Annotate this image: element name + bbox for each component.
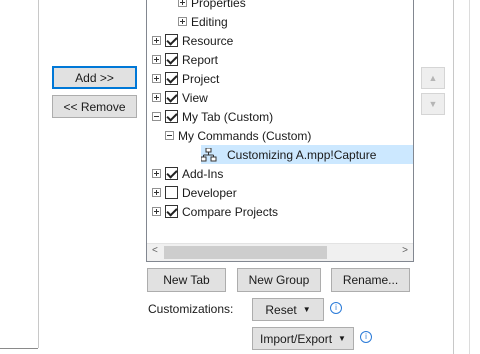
chevron-down-icon: ▼ <box>302 305 311 314</box>
ribbon-tree[interactable]: Properties Editing Resource Report Project Vi… <box>146 0 414 262</box>
expand-icon[interactable] <box>152 74 161 83</box>
tab-checkbox[interactable] <box>165 34 178 47</box>
new-tab-button[interactable]: New Tab <box>147 268 226 292</box>
tree-item-label: Compare Projects <box>182 204 279 219</box>
tab-checkbox[interactable] <box>165 110 178 123</box>
tree-item[interactable]: Add-Ins <box>152 164 223 183</box>
reset-label: Reset <box>265 302 297 317</box>
move-up-button[interactable]: ▲ <box>421 67 445 89</box>
tree-item[interactable]: Project <box>152 69 219 88</box>
collapse-icon[interactable] <box>165 131 174 140</box>
tree-item[interactable]: Developer <box>152 183 237 202</box>
tree-item[interactable]: Report <box>152 50 218 69</box>
expand-icon[interactable] <box>178 0 187 7</box>
tree-item-label: Properties <box>191 0 246 10</box>
left-panel-divider <box>38 0 39 348</box>
scroll-right-icon[interactable]: > <box>402 245 408 256</box>
tree-item-label: My Commands (Custom) <box>178 128 312 143</box>
expand-icon[interactable] <box>152 188 161 197</box>
tree-item[interactable]: Properties <box>178 0 246 12</box>
scroll-left-icon[interactable]: < <box>152 245 158 256</box>
move-down-button[interactable]: ▼ <box>421 93 445 115</box>
tree-item-label: Add-Ins <box>182 166 224 181</box>
expand-icon[interactable] <box>152 169 161 178</box>
add-button[interactable]: Add >> <box>52 66 137 89</box>
reset-info-icon[interactable]: i <box>330 302 342 314</box>
expand-icon[interactable] <box>178 17 187 26</box>
triangle-down-icon: ▼ <box>428 99 438 109</box>
expand-icon[interactable] <box>152 93 161 102</box>
bottom-edge-line <box>0 348 38 349</box>
tree-item-label: Report <box>182 52 219 67</box>
triangle-up-icon: ▲ <box>428 73 438 83</box>
tree-item[interactable]: Compare Projects <box>152 202 278 221</box>
expand-icon[interactable] <box>152 36 161 45</box>
tab-checkbox[interactable] <box>165 186 178 199</box>
remove-button[interactable]: << Remove <box>52 95 137 118</box>
reset-dropdown[interactable]: Reset ▼ <box>252 298 324 321</box>
tab-checkbox[interactable] <box>165 205 178 218</box>
tree-item-label: Project <box>182 71 220 86</box>
expand-icon[interactable] <box>152 55 161 64</box>
import-export-dropdown[interactable]: Import/Export ▼ <box>252 327 354 350</box>
tab-checkbox[interactable] <box>165 91 178 104</box>
tree-item[interactable]: Editing <box>178 12 228 31</box>
import-export-label: Import/Export <box>260 331 333 346</box>
customizations-label: Customizations: <box>148 302 234 316</box>
import-export-info-icon[interactable]: i <box>360 331 372 343</box>
new-group-button[interactable]: New Group <box>237 268 321 292</box>
command-icon <box>201 147 217 161</box>
tree-item[interactable]: My Tab (Custom) <box>152 107 273 126</box>
tab-checkbox[interactable] <box>165 167 178 180</box>
tree-item-label: View <box>182 90 208 105</box>
expand-icon[interactable] <box>152 207 161 216</box>
chevron-down-icon: ▼ <box>338 334 346 343</box>
tree-item[interactable]: My Commands (Custom) <box>165 126 311 145</box>
tab-checkbox[interactable] <box>165 72 178 85</box>
tree-item-label: Editing <box>191 14 228 29</box>
tree-item[interactable]: Resource <box>152 31 233 50</box>
tree-item-label: Developer <box>182 185 237 200</box>
right-panel-divider <box>453 0 454 354</box>
tree-item-label: My Tab (Custom) <box>182 109 274 124</box>
right-panel-divider-inner <box>469 0 470 354</box>
tab-checkbox[interactable] <box>165 53 178 66</box>
horizontal-scrollbar[interactable]: < > <box>147 243 413 261</box>
scrollbar-thumb[interactable] <box>164 246 327 259</box>
tree-item-label: Customizing A.mpp!Capture <box>227 147 377 162</box>
rename-button[interactable]: Rename... <box>331 268 410 292</box>
collapse-icon[interactable] <box>152 112 161 121</box>
tree-item[interactable]: View <box>152 88 208 107</box>
tree-item[interactable]: Customizing A.mpp!Capture <box>201 145 413 164</box>
tree-item-label: Resource <box>182 33 234 48</box>
